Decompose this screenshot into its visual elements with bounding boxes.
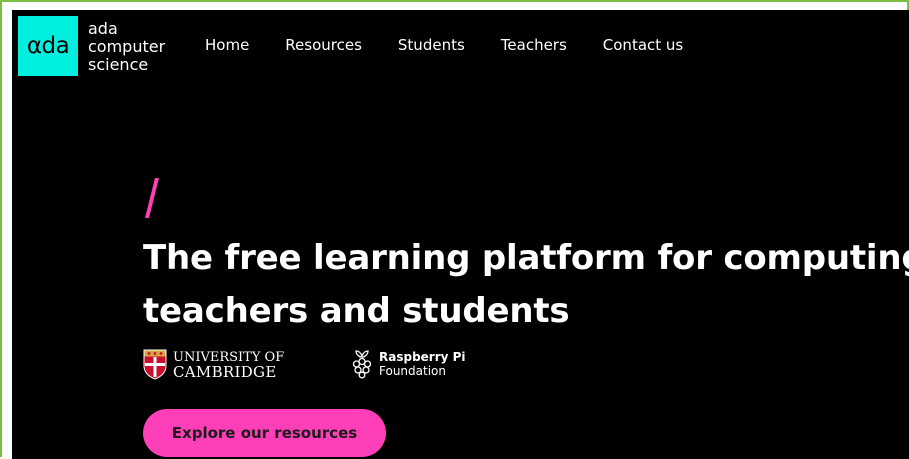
- nav-item-resources[interactable]: Resources: [285, 36, 362, 54]
- logo-mark: αda: [26, 32, 70, 59]
- raspberry-pi-line-2: Foundation: [379, 364, 446, 378]
- explore-resources-button[interactable]: Explore our resources: [143, 409, 386, 457]
- nav-item-teachers[interactable]: Teachers: [501, 36, 567, 54]
- brand-line-1: ada: [88, 19, 118, 38]
- partner-raspberry-pi[interactable]: Raspberry Pi Foundation: [350, 349, 466, 379]
- accent-slash: [145, 178, 159, 218]
- raspberry-pi-icon: [352, 350, 372, 379]
- raspberry-pi-wordmark: Raspberry Pi Foundation: [379, 350, 466, 378]
- partner-cambridge[interactable]: UNIVERSITY OF CAMBRIDGE: [143, 349, 284, 380]
- headline-line-2: teachers and students: [143, 291, 570, 331]
- raspberry-pi-line-1: Raspberry Pi: [379, 350, 466, 364]
- cambridge-wordmark: UNIVERSITY OF CAMBRIDGE: [173, 350, 284, 380]
- brand-line-2: computer: [88, 37, 166, 56]
- page: αda ada computer science Home Resources …: [12, 10, 909, 459]
- hero-headline: The free learning platform for computing…: [143, 232, 909, 338]
- cambridge-line-2: CAMBRIDGE: [173, 362, 277, 381]
- brand-name[interactable]: ada computer science: [88, 20, 165, 74]
- nav-item-students[interactable]: Students: [398, 36, 465, 54]
- headline-line-1: The free learning platform for computing: [143, 238, 909, 278]
- browser-frame: αda ada computer science Home Resources …: [0, 0, 909, 459]
- cambridge-crest-icon: [143, 349, 167, 380]
- nav-item-contact-us[interactable]: Contact us: [603, 36, 683, 54]
- brand-line-3: science: [88, 55, 149, 74]
- nav-item-home[interactable]: Home: [205, 36, 249, 54]
- main-nav: Home Resources Students Teachers Contact…: [205, 36, 683, 54]
- logo-box[interactable]: αda: [18, 16, 78, 76]
